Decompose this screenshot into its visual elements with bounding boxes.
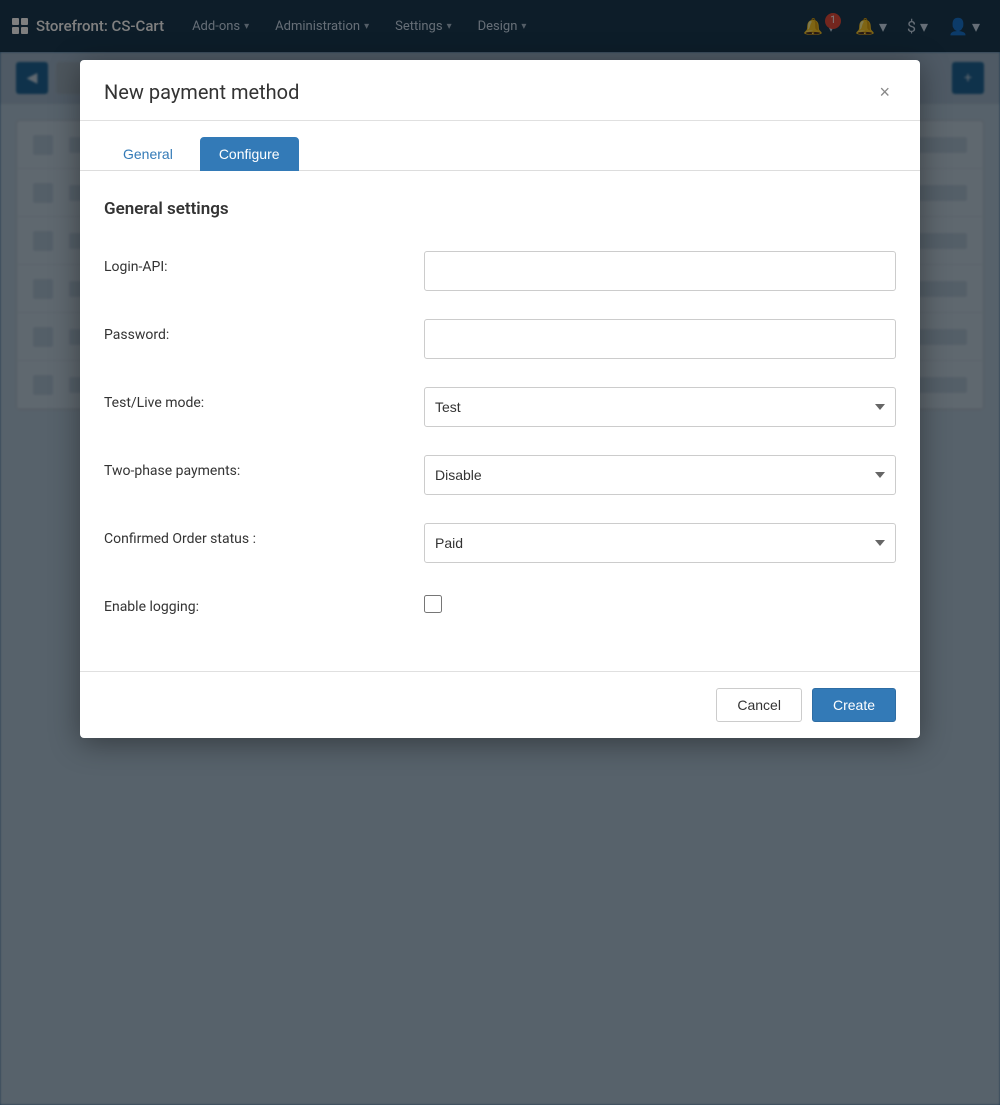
modal-header: New payment method ×: [80, 60, 920, 121]
login-api-input[interactable]: [424, 251, 896, 291]
modal-tabs: General Configure: [80, 121, 920, 171]
label-password: Password:: [104, 319, 424, 343]
label-order-status: Confirmed Order status :: [104, 523, 424, 547]
select-wrap-test-live: Test Live: [424, 387, 896, 427]
select-wrap-order-status: Paid Complete Processing Backordered Can…: [424, 523, 896, 563]
order-status-select[interactable]: Paid Complete Processing Backordered Can…: [424, 523, 896, 563]
modal: New payment method × General Configure G…: [80, 60, 920, 738]
form-group-test-live: Test/Live mode: Test Live: [104, 387, 896, 427]
form-group-two-phase: Two-phase payments: Disable Enable: [104, 455, 896, 495]
label-login-api: Login-API:: [104, 251, 424, 275]
password-input[interactable]: [424, 319, 896, 359]
create-button[interactable]: Create: [812, 688, 896, 722]
modal-close-button[interactable]: ×: [873, 81, 896, 103]
checkbox-wrap-logging: [424, 591, 896, 613]
label-test-live: Test/Live mode:: [104, 387, 424, 411]
input-wrap-login-api: [424, 251, 896, 291]
modal-footer: Cancel Create: [80, 671, 920, 738]
form-group-login-api: Login-API:: [104, 251, 896, 291]
two-phase-select[interactable]: Disable Enable: [424, 455, 896, 495]
tab-general[interactable]: General: [104, 137, 192, 171]
label-two-phase: Two-phase payments:: [104, 455, 424, 479]
select-wrap-two-phase: Disable Enable: [424, 455, 896, 495]
modal-overlay: New payment method × General Configure G…: [0, 0, 1000, 1105]
modal-title: New payment method: [104, 80, 299, 104]
section-title: General settings: [104, 199, 896, 227]
form-group-password: Password:: [104, 319, 896, 359]
input-wrap-password: [424, 319, 896, 359]
form-group-order-status: Confirmed Order status : Paid Complete P…: [104, 523, 896, 563]
enable-logging-checkbox[interactable]: [424, 595, 442, 613]
label-enable-logging: Enable logging:: [104, 591, 424, 615]
test-live-select[interactable]: Test Live: [424, 387, 896, 427]
cancel-button[interactable]: Cancel: [716, 688, 802, 722]
tab-configure[interactable]: Configure: [200, 137, 299, 171]
form-group-enable-logging: Enable logging:: [104, 591, 896, 615]
modal-body: General settings Login-API: Password: Te…: [80, 171, 920, 671]
